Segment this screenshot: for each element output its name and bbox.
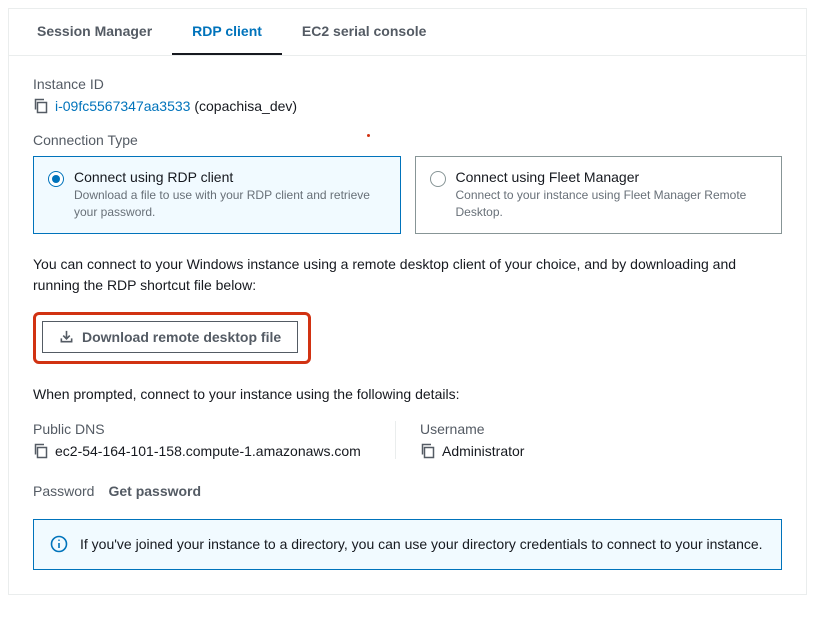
download-remote-desktop-button[interactable]: Download remote desktop file [42,321,298,353]
connection-type-label: Connection Type [33,132,782,148]
password-row: Password Get password [33,483,782,499]
username-label: Username [420,421,782,437]
connect-panel: Session Manager RDP client EC2 serial co… [8,8,807,595]
copy-icon[interactable] [33,98,49,114]
tab-rdp-client[interactable]: RDP client [172,9,282,55]
option-fleet-title: Connect using Fleet Manager [456,169,768,185]
username-value: Administrator [442,443,524,459]
instance-id-label: Instance ID [33,76,782,92]
radio-rdp-client[interactable] [48,171,64,187]
tab-content: Instance ID i-09fc5567347aa3533 (copachi… [9,56,806,594]
radio-fleet-manager[interactable] [430,171,446,187]
option-fleet-desc: Connect to your instance using Fleet Man… [456,187,768,221]
option-rdp-client[interactable]: Connect using RDP client Download a file… [33,156,401,234]
red-dot-decoration [367,134,370,137]
username-col: Username Administrator [395,421,782,459]
download-icon [59,329,74,344]
download-highlight-box: Download remote desktop file [33,312,311,364]
get-password-button[interactable]: Get password [108,483,201,499]
details-row: Public DNS ec2-54-164-101-158.compute-1.… [33,421,782,459]
connection-type-options: Connect using RDP client Download a file… [33,156,782,234]
public-dns-value: ec2-54-164-101-158.compute-1.amazonaws.c… [55,443,361,459]
instance-id-row: i-09fc5567347aa3533 (copachisa_dev) [33,98,782,114]
instance-id-link[interactable]: i-09fc5567347aa3533 [55,98,190,114]
info-text: If you've joined your instance to a dire… [80,534,763,555]
tab-session-manager[interactable]: Session Manager [17,9,172,55]
copy-icon[interactable] [420,443,436,459]
public-dns-label: Public DNS [33,421,395,437]
option-fleet-manager[interactable]: Connect using Fleet Manager Connect to y… [415,156,783,234]
instance-name-suffix: (copachisa_dev) [190,98,297,114]
tab-ec2-serial-console[interactable]: EC2 serial console [282,9,447,55]
public-dns-col: Public DNS ec2-54-164-101-158.compute-1.… [33,421,395,459]
tabs-bar: Session Manager RDP client EC2 serial co… [9,9,806,56]
option-rdp-desc: Download a file to use with your RDP cli… [74,187,386,221]
info-icon [50,535,68,553]
option-rdp-title: Connect using RDP client [74,169,386,185]
info-box: If you've joined your instance to a dire… [33,519,782,570]
prompt-text: When prompted, connect to your instance … [33,384,782,405]
download-button-label: Download remote desktop file [82,329,281,345]
copy-icon[interactable] [33,443,49,459]
password-label: Password [33,483,94,499]
intro-text: You can connect to your Windows instance… [33,254,782,296]
